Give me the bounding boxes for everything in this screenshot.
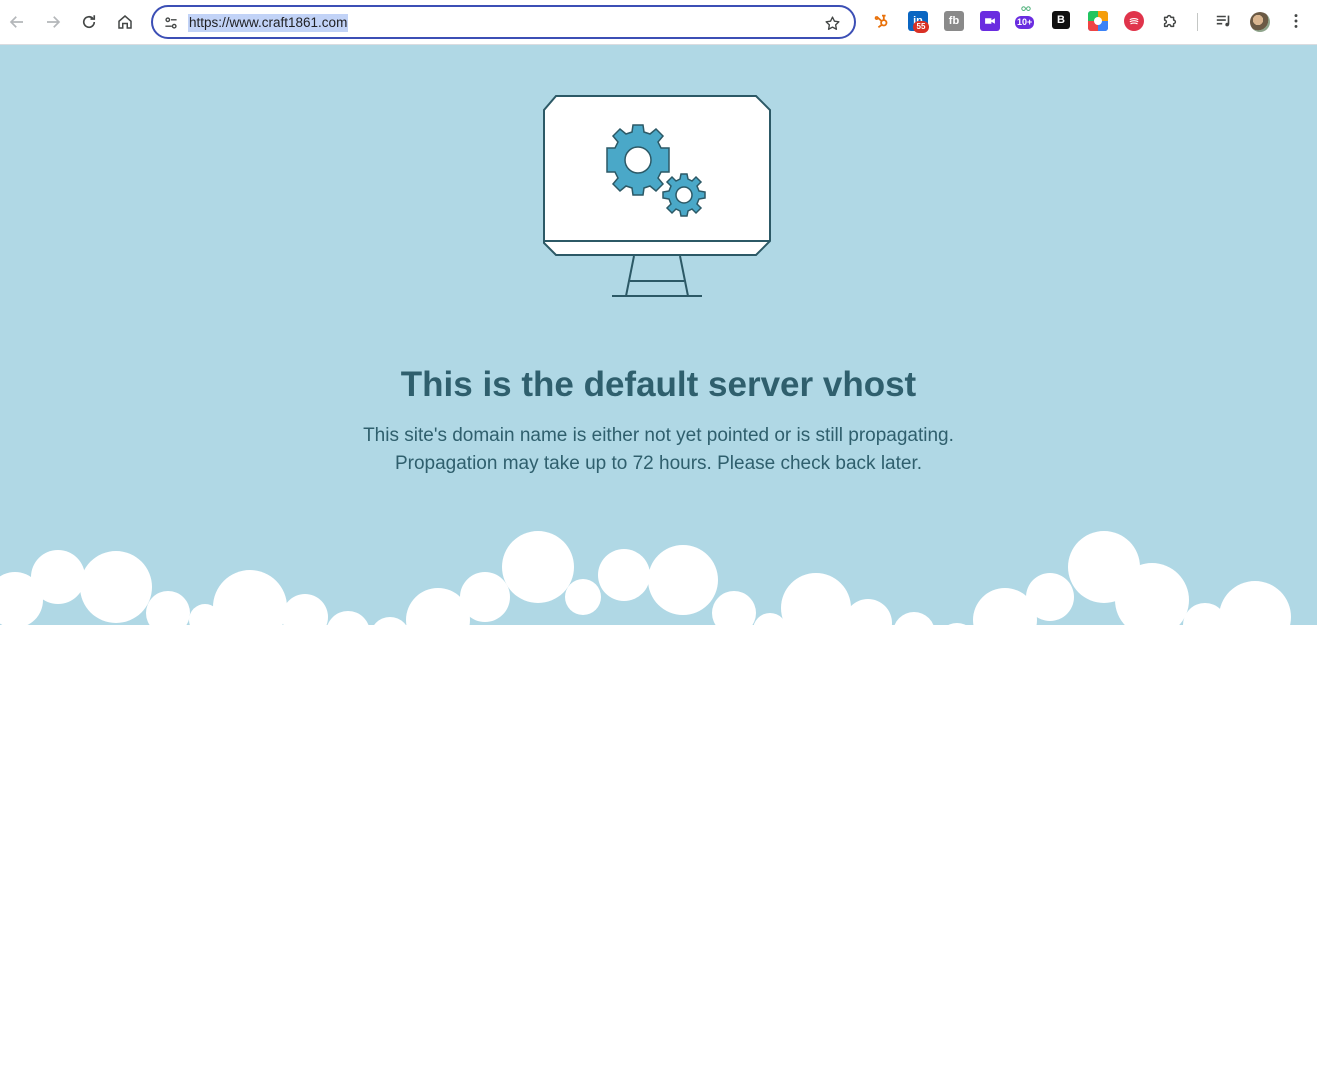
color-extension-icon[interactable] <box>1088 11 1108 31</box>
site-settings-icon[interactable] <box>161 13 181 33</box>
team-extension-icon[interactable]: 10+ <box>1015 6 1036 31</box>
description-line-2: Propagation may take up to 72 hours. Ple… <box>394 453 923 474</box>
notification-badge: 10+ <box>1015 16 1035 29</box>
description-line-1: This site's domain name is either not ye… <box>363 425 954 446</box>
browser-toolbar: https://www.craft1861.com in 55 fb 10+ B <box>0 0 1317 45</box>
reload-icon <box>82 15 96 29</box>
home-icon <box>118 15 132 29</box>
address-bar[interactable]: https://www.craft1861.com <box>151 5 856 39</box>
back-button[interactable] <box>4 8 30 36</box>
profile-avatar[interactable] <box>1250 12 1270 32</box>
red-extension-icon[interactable] <box>1124 11 1144 31</box>
reload-button[interactable] <box>76 8 102 36</box>
toolbar-divider <box>1197 13 1198 31</box>
forward-button[interactable] <box>40 8 66 36</box>
video-extension-icon[interactable] <box>980 11 1000 31</box>
arrow-left-icon <box>9 16 23 28</box>
fb-extension-icon[interactable]: fb <box>944 11 964 31</box>
home-button[interactable] <box>112 8 138 36</box>
page-content: This is the default server vhost This si… <box>0 45 1317 1088</box>
more-menu-icon[interactable] <box>1286 11 1306 31</box>
url-text[interactable]: https://www.craft1861.com <box>188 14 349 32</box>
extensions-puzzle-icon[interactable] <box>1160 11 1180 31</box>
b-extension-icon[interactable]: B <box>1052 11 1070 29</box>
linkedin-helper-extension-icon[interactable]: in 55 <box>908 11 929 33</box>
media-controls-icon[interactable] <box>1214 11 1234 31</box>
notification-badge: 55 <box>913 21 929 33</box>
page-title: This is the default server vhost <box>400 365 917 404</box>
arrow-right-icon <box>47 16 61 28</box>
hubspot-extension-icon[interactable] <box>872 11 892 31</box>
small-gear-icon <box>662 173 706 217</box>
clouds-decoration <box>0 531 1317 745</box>
bookmark-star-icon[interactable] <box>822 13 842 33</box>
monitor-gears-illustration <box>543 95 771 297</box>
large-gear-icon <box>606 124 670 196</box>
